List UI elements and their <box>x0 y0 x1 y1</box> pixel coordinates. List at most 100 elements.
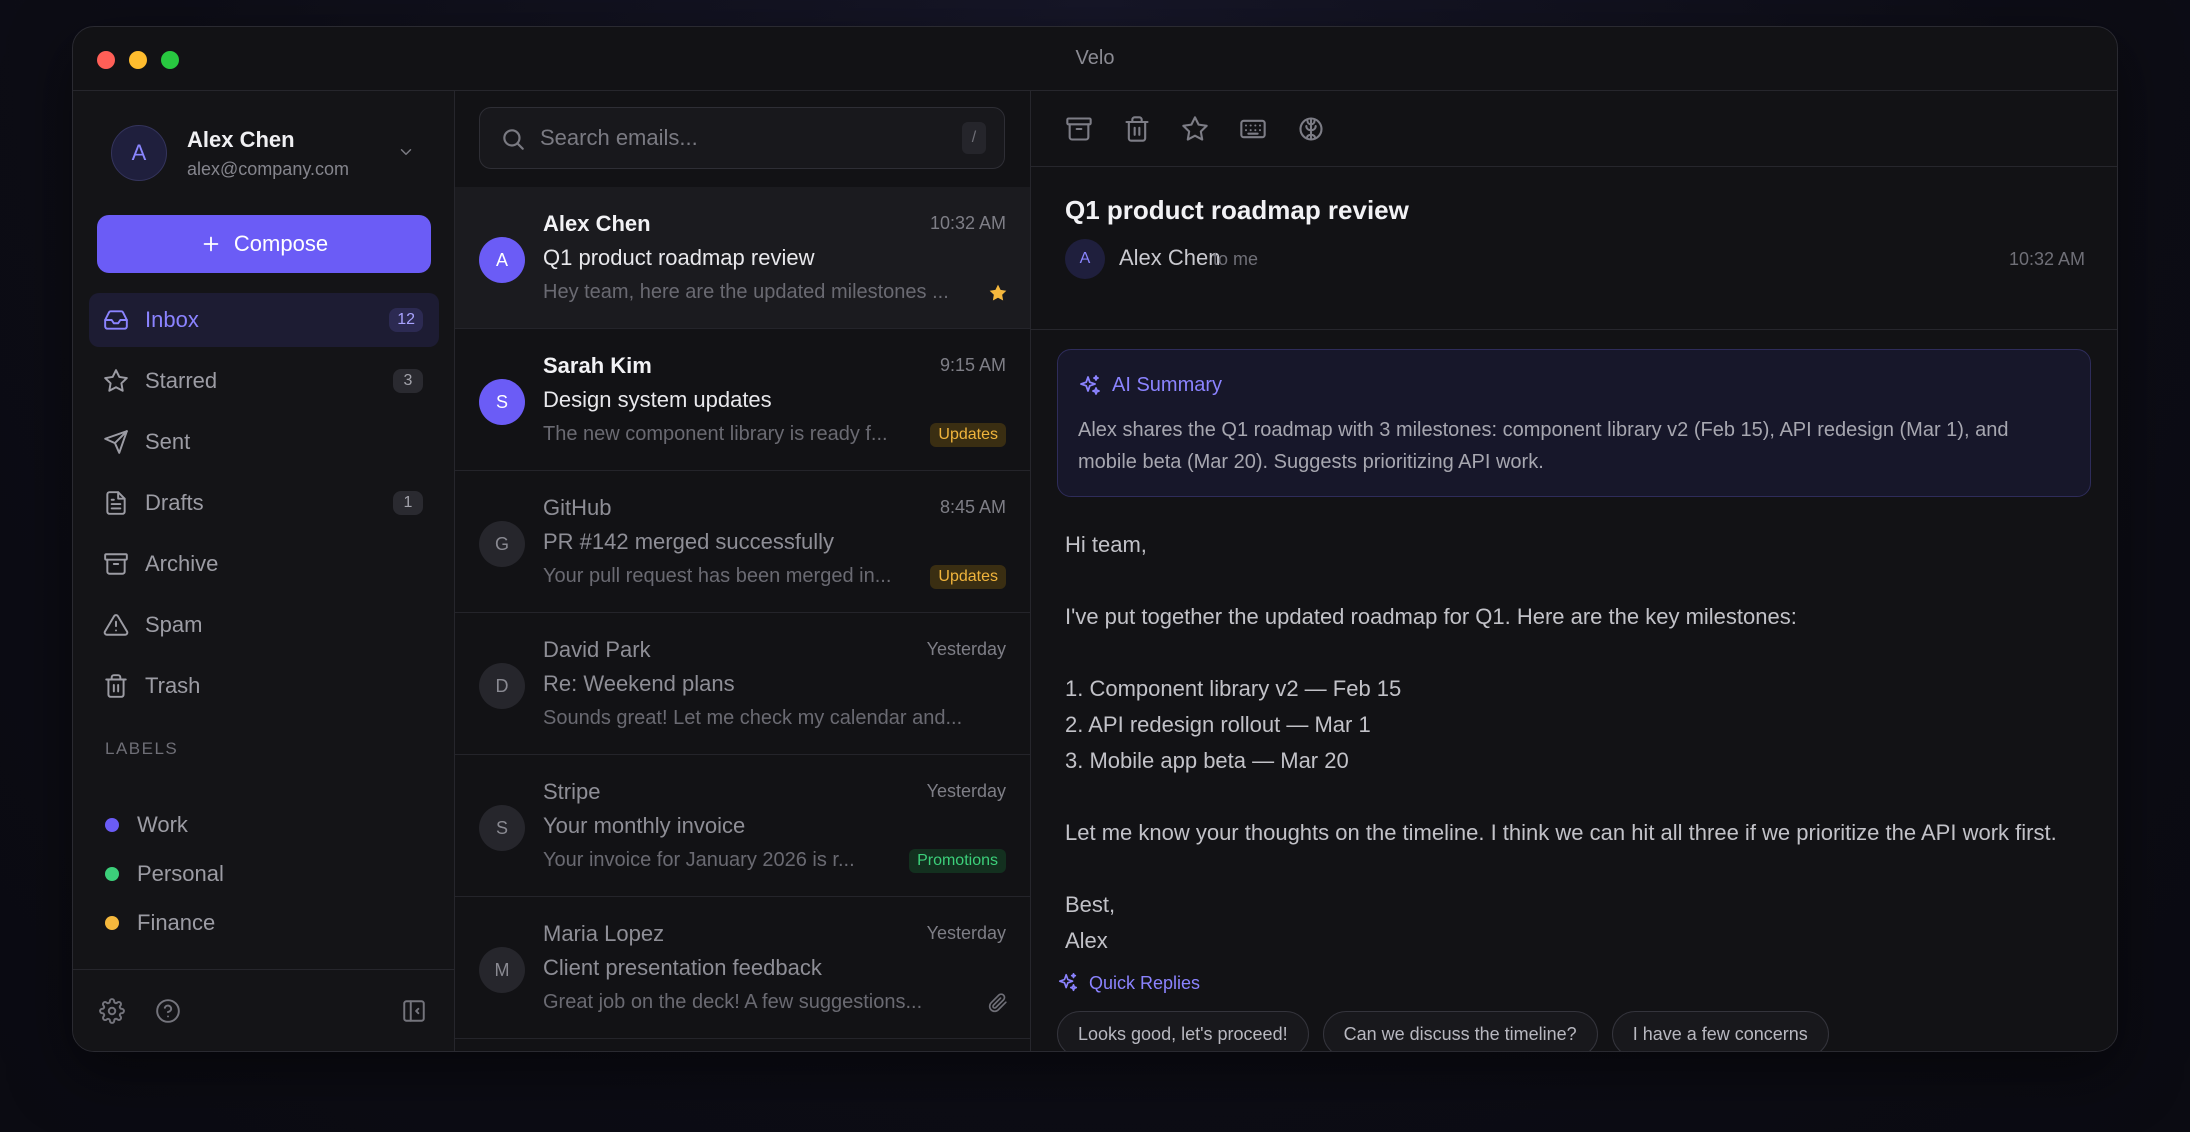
sender-avatar: A <box>479 237 525 283</box>
email-sender: David Park <box>543 637 651 662</box>
plus-icon <box>203 236 219 252</box>
label-color-dot <box>105 916 119 930</box>
email-sender: Alex Chen <box>543 211 651 236</box>
sender-avatar: S <box>479 379 525 425</box>
title-bar: Velo <box>73 27 2117 91</box>
email-time: 10:32 AM <box>929 213 1006 233</box>
sidebar-item-archive[interactable]: Archive <box>89 537 439 591</box>
category-tag: Updates <box>930 565 1006 589</box>
search-input[interactable] <box>540 108 940 168</box>
sidebar-item-label: Spam <box>145 612 203 637</box>
compose-label: Compose <box>233 231 329 256</box>
inbox-icon <box>104 310 128 330</box>
brain-icon[interactable] <box>1297 115 1325 143</box>
reading-pane: Q1 product roadmap review A Alex Chen to… <box>1031 91 2117 1051</box>
sidebar-item-label: Drafts <box>145 490 204 515</box>
email-row[interactable]: M Maria Lopez Yesterday Client presentat… <box>455 897 1030 1039</box>
message-subject: Q1 product roadmap review <box>1065 195 1409 225</box>
email-subject: Re: Weekend plans <box>543 671 735 696</box>
sparkles-icon <box>1080 375 1100 395</box>
sender-avatar: G <box>479 521 525 567</box>
body-greeting: Hi team, <box>1065 532 1147 557</box>
email-subject: Design system updates <box>543 387 772 412</box>
email-row[interactable]: A Alex Chen 10:32 AM Q1 product roadmap … <box>455 187 1030 329</box>
help-icon[interactable] <box>155 998 181 1024</box>
sidebar-item-label: Starred <box>145 368 218 393</box>
email-preview: Hey team, here are the updated milestone… <box>543 281 949 303</box>
labels-heading: LABELS <box>105 739 179 758</box>
email-list-panel: / A Alex Chen 10:32 AM Q1 product roadma… <box>455 91 1031 1051</box>
trash-icon[interactable] <box>1123 115 1151 143</box>
email-subject: Q1 product roadmap review <box>543 245 815 270</box>
email-preview: Your invoice for January 2026 is r... <box>543 849 855 871</box>
keyboard-icon[interactable] <box>1239 115 1267 143</box>
label-personal[interactable]: Personal <box>105 858 224 890</box>
email-preview: The new component library is ready f... <box>543 423 888 445</box>
ai-summary-text: Alex shares the Q1 roadmap with 3 milest… <box>1078 419 2009 473</box>
window-title: Velo <box>1075 47 1115 69</box>
avatar: A <box>111 125 167 181</box>
quick-replies-heading: Quick Replies <box>1057 969 1209 997</box>
email-subject: Client presentation feedback <box>543 955 822 980</box>
email-time: Yesterday <box>926 639 1006 659</box>
account-switcher[interactable]: A Alex Chen alex@company.com <box>111 123 431 187</box>
warning-icon <box>103 614 129 636</box>
send-icon <box>104 430 128 454</box>
sender-avatar: S <box>479 805 525 851</box>
email-preview: Great job on the deck! A few suggestions… <box>543 991 923 1013</box>
email-preview: Your pull request has been merged in... <box>543 565 892 587</box>
unread-count-badge: 12 <box>389 308 423 332</box>
category-tag: Updates <box>930 423 1006 447</box>
body-signoff: Best, <box>1065 892 1116 917</box>
email-list: A Alex Chen 10:32 AM Q1 product roadmap … <box>455 187 1030 1039</box>
email-subject: Your monthly invoice <box>543 813 746 838</box>
star-filled-icon[interactable] <box>988 283 1008 303</box>
trash-icon <box>105 674 127 698</box>
sidebar-item-drafts[interactable]: Drafts 1 <box>89 476 439 530</box>
mailbox-nav: Inbox 12 Starred 3 Sent Drafts 1 Archive <box>89 293 439 720</box>
star-icon[interactable] <box>1181 115 1209 143</box>
sparkles-icon <box>1058 973 1078 992</box>
collapse-sidebar-icon[interactable] <box>401 998 427 1024</box>
sidebar-item-sent[interactable]: Sent <box>89 415 439 469</box>
email-subject: PR #142 merged successfully <box>543 529 835 554</box>
body-milestone: 2. API redesign rollout — Mar 1 <box>1065 712 1371 737</box>
star-icon <box>104 369 128 392</box>
email-row[interactable]: G GitHub 8:45 AM PR #142 merged successf… <box>455 471 1030 613</box>
account-email: alex@company.com <box>187 159 349 179</box>
label-name: Personal <box>137 861 224 886</box>
email-row[interactable]: D David Park Yesterday Re: Weekend plans… <box>455 613 1030 755</box>
file-icon <box>106 491 126 515</box>
shortcut-hint: / <box>962 122 986 154</box>
email-sender: Stripe <box>543 779 601 804</box>
ai-summary-card: AI Summary Alex shares the Q1 roadmap wi… <box>1057 349 2091 497</box>
email-row[interactable]: S Stripe Yesterday Your monthly invoice … <box>455 755 1030 897</box>
email-sender: Sarah Kim <box>543 353 652 378</box>
category-tag: Promotions <box>909 849 1006 873</box>
message-toolbar <box>1031 91 2117 167</box>
email-time: 9:15 AM <box>939 355 1006 375</box>
message-sender[interactable]: Alex Chen <box>1119 245 1221 271</box>
label-work[interactable]: Work <box>105 809 188 841</box>
sidebar-item-spam[interactable]: Spam <box>89 598 439 652</box>
quick-reply-button[interactable]: I have a few concerns <box>1611 1011 1829 1051</box>
sidebar-item-inbox[interactable]: Inbox 12 <box>89 293 439 347</box>
label-finance[interactable]: Finance <box>105 907 215 939</box>
sender-avatar: A <box>1065 239 1105 279</box>
sidebar-item-starred[interactable]: Starred 3 <box>89 354 439 408</box>
sidebar-item-trash[interactable]: Trash <box>89 659 439 713</box>
quick-reply-button[interactable]: Can we discuss the timeline? <box>1322 1011 1598 1051</box>
gear-icon[interactable] <box>99 998 125 1024</box>
archive-icon[interactable] <box>1065 115 1093 143</box>
message-time: 10:32 AM <box>2008 249 2085 269</box>
label-name: Finance <box>137 910 216 935</box>
body-closing: Let me know your thoughts on the timelin… <box>1065 820 2057 845</box>
quick-reply-button[interactable]: Looks good, let's proceed! <box>1057 1011 1309 1051</box>
sidebar-item-label: Sent <box>145 429 191 454</box>
sidebar: A Alex Chen alex@company.com Compose Inb… <box>73 91 455 1051</box>
email-row[interactable]: S Sarah Kim 9:15 AM Design system update… <box>455 329 1030 471</box>
compose-button[interactable]: Compose <box>97 215 431 273</box>
search-bar[interactable]: / <box>479 107 1005 169</box>
label-color-dot <box>105 818 119 832</box>
quick-replies: Looks good, let's proceed! Can we discus… <box>1057 1011 1829 1051</box>
